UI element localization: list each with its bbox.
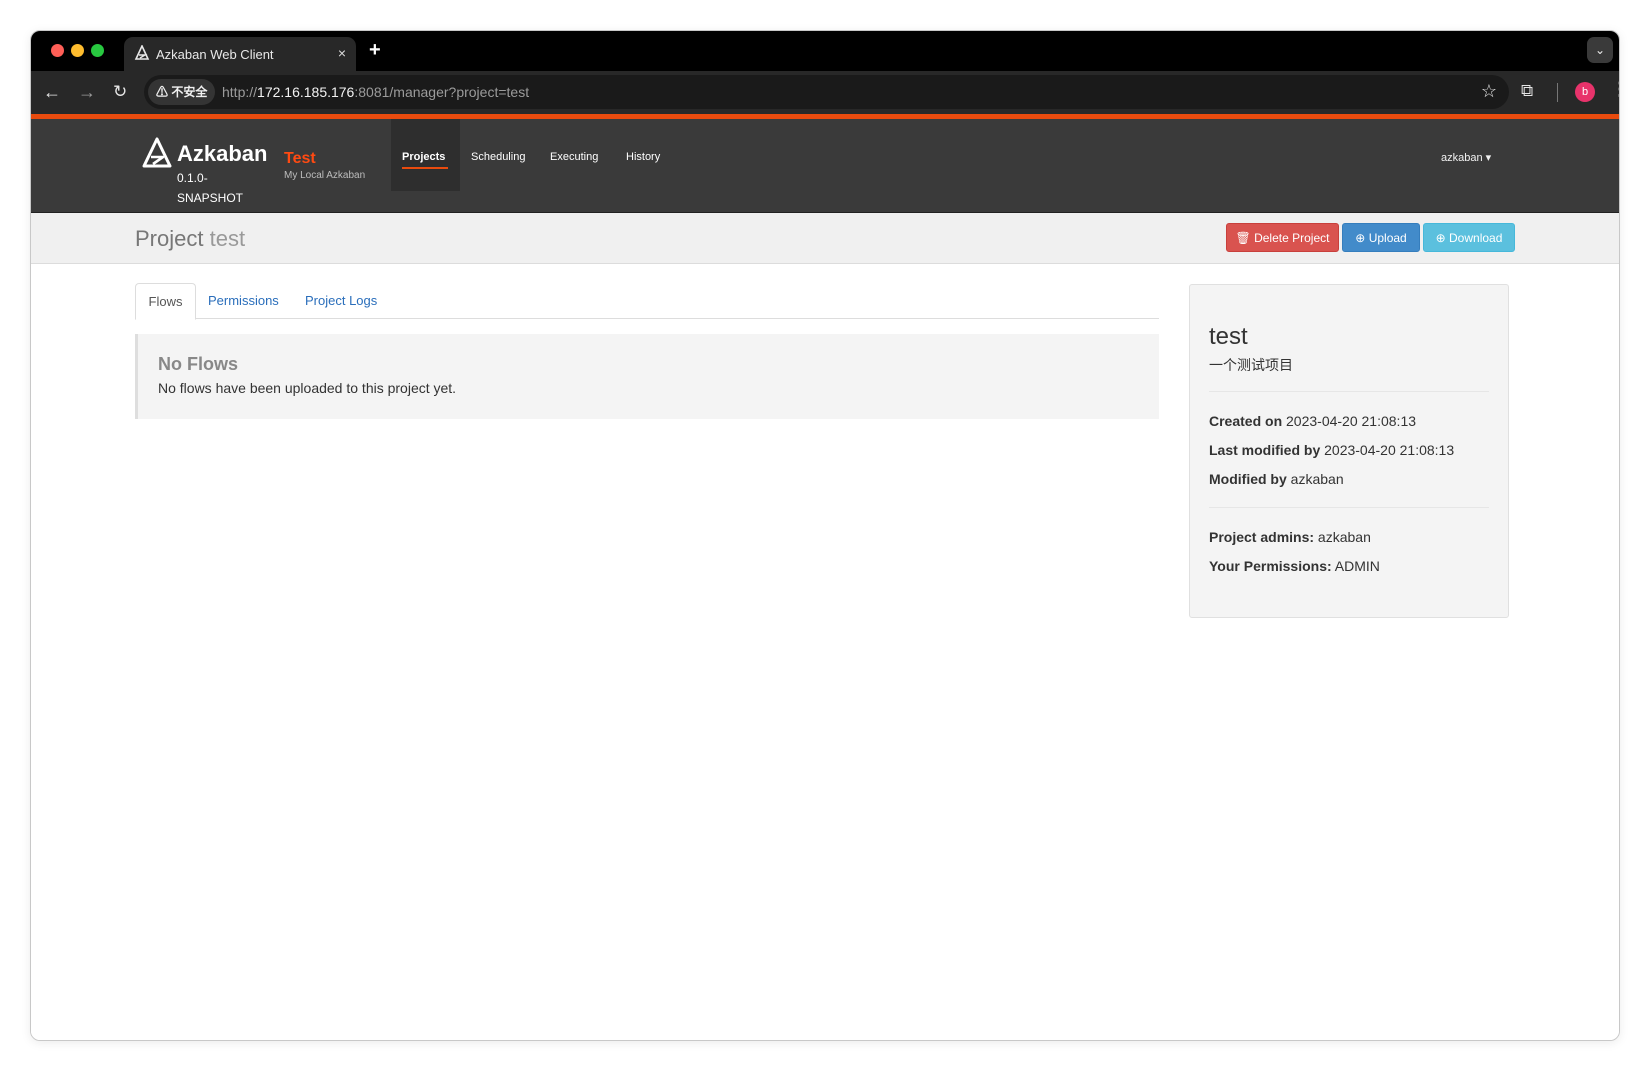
trash-icon: 🗑: [1235, 231, 1251, 245]
user-dropdown[interactable]: azkaban ▾: [1441, 151, 1491, 164]
tab-permissions[interactable]: Permissions: [208, 283, 279, 320]
last-modified-label: Last modified by: [1209, 442, 1321, 458]
toolbar-divider: [1557, 83, 1558, 102]
browser-window: Azkaban Web Client × + ⌄ ← → ↻ ⚠ 不安全 htt…: [30, 30, 1620, 1041]
brand-name: Azkaban: [177, 141, 268, 166]
security-warning-chip[interactable]: ⚠ 不安全: [148, 79, 216, 105]
azkaban-logo-icon: [142, 137, 172, 168]
close-tab-icon[interactable]: ×: [338, 45, 346, 61]
page-title-prefix: Project: [135, 226, 204, 251]
project-description: 一个测试项目: [1209, 357, 1293, 373]
nav-scheduling[interactable]: Scheduling: [471, 151, 525, 163]
project-admins-row: Project admins: azkaban: [1209, 529, 1371, 545]
url-host: 172.16.185.176: [257, 84, 355, 100]
created-on-row: Created on 2023-04-20 21:08:13: [1209, 413, 1416, 429]
close-window-button[interactable]: [51, 44, 64, 57]
modified-by-row: Modified by azkaban: [1209, 471, 1344, 487]
no-flows-message: No flows have been uploaded to this proj…: [158, 380, 457, 396]
maximize-window-button[interactable]: [91, 44, 104, 57]
tab-flows[interactable]: Flows: [135, 283, 196, 320]
delete-project-label: Delete Project: [1254, 231, 1330, 245]
nav-active-underline: [402, 167, 448, 169]
project-info-panel: test 一个测试项目 Created on 2023-04-20 21:08:…: [1189, 284, 1509, 618]
new-tab-button[interactable]: +: [369, 39, 381, 62]
tab-search-button[interactable]: ⌄: [1587, 37, 1613, 63]
tab-strip: Azkaban Web Client × + ⌄: [31, 31, 1619, 71]
reload-icon[interactable]: ↻: [113, 81, 127, 103]
tab-project-logs[interactable]: Project Logs: [305, 283, 377, 320]
last-modified-row: Last modified by 2023-04-20 21:08:13: [1209, 442, 1454, 458]
download-circle-icon: ⊕: [1435, 231, 1446, 245]
modified-by-label: Modified by: [1209, 471, 1287, 487]
azkaban-navbar: Azkaban 0.1.0-SNAPSHOT Test My Local Azk…: [31, 119, 1619, 213]
url-text[interactable]: http://172.16.185.176:8081/manager?proje…: [222, 84, 529, 100]
project-admins-value: azkaban: [1317, 529, 1371, 545]
minimize-window-button[interactable]: [71, 44, 84, 57]
tab-title: Azkaban Web Client: [156, 47, 274, 62]
back-arrow-icon[interactable]: ←: [43, 81, 61, 103]
url-scheme: http://: [222, 84, 258, 100]
extensions-puzzle-icon[interactable]: ⧉: [1521, 81, 1533, 101]
created-on-label: Created on: [1209, 413, 1283, 429]
last-modified-value: 2023-04-20 21:08:13: [1324, 442, 1455, 458]
download-button[interactable]: ⊕ Download: [1423, 223, 1515, 252]
project-name: test: [1209, 323, 1248, 350]
upload-label: Upload: [1368, 231, 1407, 245]
page-title: Project test: [135, 226, 245, 252]
project-header: Project test 🗑 Delete Project ⊕ Upload ⊕…: [31, 213, 1619, 264]
no-flows-callout: No Flows No flows have been uploaded to …: [135, 334, 1159, 419]
bookmark-star-icon[interactable]: ☆: [1481, 81, 1497, 102]
delete-project-button[interactable]: 🗑 Delete Project: [1226, 223, 1339, 252]
environment-description: My Local Azkaban: [284, 170, 366, 181]
browser-menu-icon[interactable]: ⋮: [1611, 79, 1619, 100]
browser-toolbar: ← → ↻ ⚠ 不安全 http://172.16.185.176:8081/m…: [31, 71, 1619, 114]
brand-version: 0.1.0-SNAPSHOT: [177, 171, 244, 205]
modified-by-value: azkaban: [1290, 471, 1344, 487]
nav-history[interactable]: History: [626, 151, 660, 163]
upload-button[interactable]: ⊕ Upload: [1342, 223, 1420, 252]
project-admins-label: Project admins:: [1209, 529, 1315, 545]
no-flows-title: No Flows: [158, 354, 238, 374]
download-label: Download: [1449, 231, 1503, 245]
environment-name: Test: [284, 150, 316, 167]
profile-avatar[interactable]: b: [1575, 82, 1595, 102]
project-tabs: Flows Permissions Project Logs: [135, 283, 1159, 320]
upload-circle-icon: ⊕: [1355, 231, 1366, 245]
browser-tab-azkaban[interactable]: Azkaban Web Client ×: [124, 37, 356, 71]
forward-arrow-icon[interactable]: →: [78, 81, 96, 103]
your-permissions-value: ADMIN: [1334, 558, 1380, 574]
panel-divider: [1209, 507, 1489, 508]
web-page: Azkaban 0.1.0-SNAPSHOT Test My Local Azk…: [31, 114, 1619, 1040]
page-title-project: test: [209, 226, 246, 251]
nav-executing[interactable]: Executing: [550, 151, 598, 163]
your-permissions-row: Your Permissions: ADMIN: [1209, 558, 1380, 574]
panel-divider: [1209, 391, 1489, 392]
your-permissions-label: Your Permissions:: [1209, 558, 1332, 574]
url-path: :8081/manager?project=test: [354, 84, 530, 100]
azkaban-favicon-icon: [134, 45, 150, 60]
address-bar[interactable]: ⚠ 不安全 http://172.16.185.176:8081/manager…: [144, 75, 1509, 109]
nav-projects[interactable]: Projects: [402, 151, 445, 163]
created-on-value: 2023-04-20 21:08:13: [1286, 413, 1417, 429]
